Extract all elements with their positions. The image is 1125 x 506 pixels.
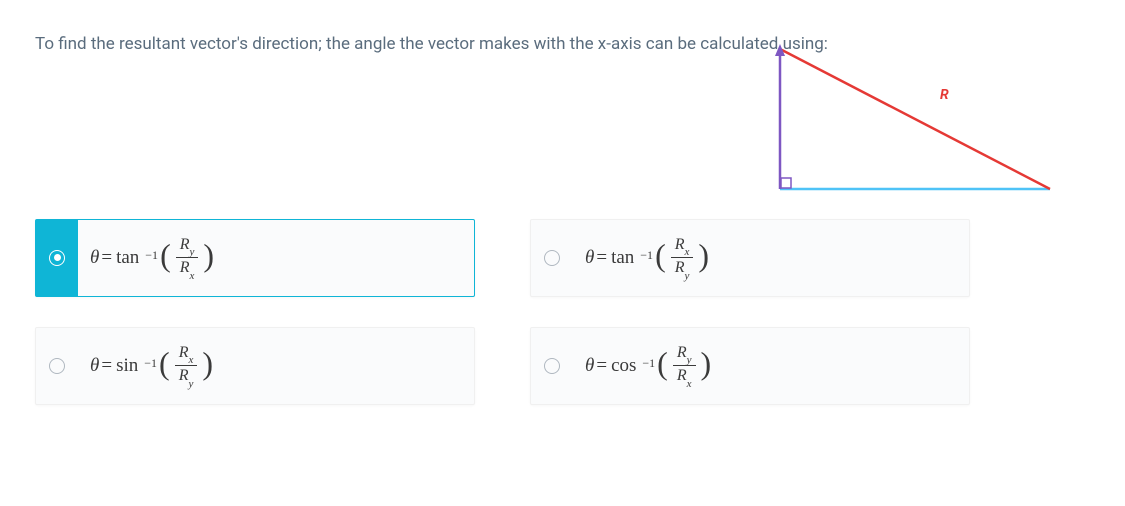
function-name: cos (611, 355, 636, 377)
close-paren: ) (202, 345, 213, 382)
radio-dot (54, 254, 61, 261)
equals-sign: = (596, 247, 607, 269)
radio-cell-b (531, 220, 573, 296)
function-name: tan (116, 247, 139, 269)
open-paren: ( (160, 237, 171, 274)
fraction: Ry Rx (176, 236, 199, 279)
function-name: sin (116, 355, 138, 377)
hypotenuse-label: R (940, 87, 949, 103)
option-c[interactable]: θ = sin −1 ( Rx Ry ) (35, 327, 475, 405)
radio-button-icon (544, 250, 560, 266)
options-grid: θ = tan −1 ( Ry Rx ) (35, 219, 970, 405)
fraction: Rx Ry (175, 344, 198, 387)
open-paren: ( (159, 345, 170, 382)
theta-symbol: θ (585, 355, 594, 377)
formula-a: θ = tan −1 ( Ry Rx ) (78, 220, 474, 296)
radio-button-icon (544, 358, 560, 374)
formula-c: θ = sin −1 ( Rx Ry ) (78, 328, 474, 404)
inverse-exponent: −1 (642, 356, 655, 371)
fraction: Ry Rx (673, 344, 696, 387)
fraction: Rx Ry (671, 236, 694, 279)
radio-cell-c (36, 328, 78, 404)
right-angle-marker (781, 178, 791, 188)
radio-cell-a (36, 220, 78, 296)
triangle-hypotenuse (780, 49, 1050, 189)
close-paren: ) (698, 237, 709, 274)
function-name: tan (611, 247, 634, 269)
radio-button-icon (49, 358, 65, 374)
option-d[interactable]: θ = cos −1 ( Ry Rx ) (530, 327, 970, 405)
vector-triangle-diagram: R (760, 44, 1070, 214)
open-paren: ( (657, 345, 668, 382)
inverse-exponent: −1 (144, 356, 157, 371)
equals-sign: = (101, 247, 112, 269)
option-b[interactable]: θ = tan −1 ( Rx Ry ) (530, 219, 970, 297)
inverse-exponent: −1 (145, 248, 158, 263)
close-paren: ) (701, 345, 712, 382)
theta-symbol: θ (90, 247, 99, 269)
open-paren: ( (655, 237, 666, 274)
theta-symbol: θ (585, 247, 594, 269)
close-paren: ) (203, 237, 214, 274)
formula-d: θ = cos −1 ( Ry Rx ) (573, 328, 969, 404)
radio-cell-d (531, 328, 573, 404)
radio-button-icon (49, 250, 65, 266)
content-area: R θ = tan −1 ( Ry Rx (35, 79, 1090, 499)
inverse-exponent: −1 (640, 248, 653, 263)
equals-sign: = (101, 355, 112, 377)
formula-b: θ = tan −1 ( Rx Ry ) (573, 220, 969, 296)
theta-symbol: θ (90, 355, 99, 377)
option-a[interactable]: θ = tan −1 ( Ry Rx ) (35, 219, 475, 297)
equals-sign: = (596, 355, 607, 377)
